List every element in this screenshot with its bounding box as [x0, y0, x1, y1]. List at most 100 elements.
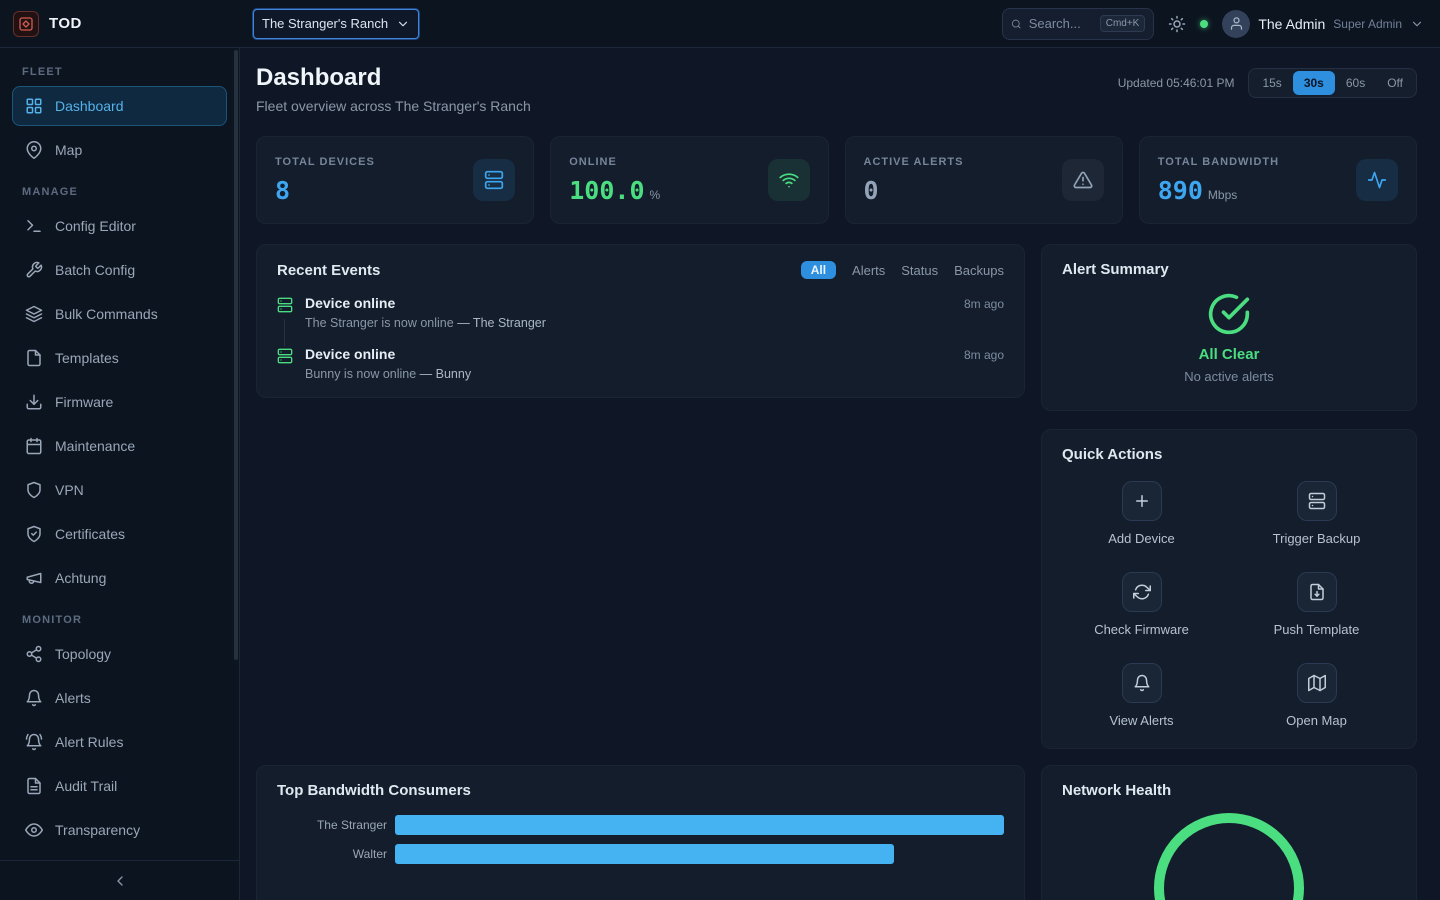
- bell-ring-icon: [25, 733, 43, 751]
- server-icon: [277, 348, 293, 364]
- chevron-left-icon: [112, 873, 128, 889]
- file-icon: [25, 349, 43, 367]
- topbar: TOD The Stranger's Ranch Cmd+K The Admin…: [0, 0, 1440, 48]
- activity-icon: [1356, 159, 1398, 201]
- search-input[interactable]: [1029, 16, 1093, 31]
- sidebar: FLEET Dashboard Map MANAGE Config Editor…: [0, 48, 240, 900]
- event-filters: All Alerts Status Backups: [801, 261, 1004, 279]
- event-time: 8m ago: [964, 297, 1004, 311]
- sidebar-item-config-editor[interactable]: Config Editor: [12, 206, 227, 246]
- megaphone-icon: [25, 569, 43, 587]
- topbar-right: Cmd+K The Admin Super Admin: [1002, 8, 1424, 40]
- sidebar-item-label: Config Editor: [55, 218, 136, 234]
- event-row[interactable]: Device online 8m ago The Stranger is now…: [277, 295, 1004, 330]
- sidebar-item-topology[interactable]: Topology: [12, 634, 227, 674]
- filter-all[interactable]: All: [801, 261, 836, 279]
- sidebar-item-alert-rules[interactable]: Alert Rules: [12, 722, 227, 762]
- chevron-down-icon: [396, 17, 410, 31]
- download-icon: [25, 393, 43, 411]
- stat-label: TOTAL BANDWIDTH: [1158, 156, 1279, 168]
- filter-alerts[interactable]: Alerts: [852, 263, 885, 278]
- quick-actions-card: Quick Actions Add Device Trigger Backup: [1041, 429, 1417, 749]
- check-firmware-button[interactable]: Check Firmware: [1062, 572, 1221, 637]
- refresh-30s-button[interactable]: 30s: [1293, 71, 1335, 95]
- sidebar-item-alerts[interactable]: Alerts: [12, 678, 227, 718]
- main-content: Dashboard Fleet overview across The Stra…: [240, 48, 1440, 900]
- refresh-icon: [1122, 572, 1162, 612]
- alert-status: All Clear: [1199, 346, 1260, 363]
- event-device: — The Stranger: [457, 316, 546, 330]
- updated-timestamp: Updated 05:46:01 PM: [1118, 76, 1235, 90]
- shield-check-icon: [25, 525, 43, 543]
- view-alerts-button[interactable]: View Alerts: [1062, 663, 1221, 728]
- sidebar-item-templates[interactable]: Templates: [12, 338, 227, 378]
- sidebar-item-achtung[interactable]: Achtung: [12, 558, 227, 598]
- sidebar-item-label: Achtung: [55, 570, 106, 586]
- topbar-main: The Stranger's Ranch Cmd+K The Admin Sup…: [240, 8, 1440, 40]
- sidebar-item-dashboard[interactable]: Dashboard: [12, 86, 227, 126]
- event-row[interactable]: Device online 8m ago Bunny is now online…: [277, 346, 1004, 381]
- event-detail: Bunny is now online: [305, 367, 416, 381]
- search-box[interactable]: Cmd+K: [1002, 8, 1154, 40]
- event-detail: The Stranger is now online: [305, 316, 454, 330]
- user-name: The Admin: [1258, 16, 1325, 32]
- refresh-off-button[interactable]: Off: [1376, 71, 1414, 95]
- sidebar-item-label: Dashboard: [55, 98, 124, 114]
- check-circle-icon: [1207, 292, 1251, 336]
- bandwidth-device-label: Walter: [277, 847, 387, 861]
- stat-value: 100.0: [569, 176, 644, 205]
- filter-backups[interactable]: Backups: [954, 263, 1004, 278]
- trigger-backup-button[interactable]: Trigger Backup: [1237, 481, 1396, 546]
- ranch-select[interactable]: The Stranger's Ranch: [253, 9, 419, 39]
- refresh-60s-button[interactable]: 60s: [1335, 71, 1376, 95]
- sidebar-nav: FLEET Dashboard Map MANAGE Config Editor…: [0, 48, 239, 860]
- sidebar-item-bulk-commands[interactable]: Bulk Commands: [12, 294, 227, 334]
- event-title: Device online: [305, 346, 395, 362]
- wifi-icon: [768, 159, 810, 201]
- connection-status-indicator: [1200, 20, 1208, 28]
- bell-icon: [25, 689, 43, 707]
- brand-name: TOD: [49, 15, 82, 32]
- alert-triangle-icon: [1062, 159, 1104, 201]
- sidebar-item-transparency[interactable]: Transparency: [12, 810, 227, 850]
- stat-unit: Mbps: [1208, 188, 1237, 202]
- sidebar-item-vpn[interactable]: VPN: [12, 470, 227, 510]
- refresh-15s-button[interactable]: 15s: [1251, 71, 1292, 95]
- sidebar-item-label: Topology: [55, 646, 111, 662]
- sidebar-item-certificates[interactable]: Certificates: [12, 514, 227, 554]
- sidebar-item-map[interactable]: Map: [12, 130, 227, 170]
- sidebar-item-batch-config[interactable]: Batch Config: [12, 250, 227, 290]
- sidebar-item-firmware[interactable]: Firmware: [12, 382, 227, 422]
- sidebar-item-label: Certificates: [55, 526, 125, 542]
- stat-cards: TOTAL DEVICES 8 ONLINE 100.0 % ACTIVE AL…: [256, 136, 1417, 224]
- stat-label: ONLINE: [569, 156, 660, 168]
- file-text-icon: [25, 777, 43, 795]
- sidebar-item-label: VPN: [55, 482, 84, 498]
- theme-toggle-button[interactable]: [1168, 15, 1186, 33]
- sidebar-item-maintenance[interactable]: Maintenance: [12, 426, 227, 466]
- sidebar-item-label: Audit Trail: [55, 778, 117, 794]
- sidebar-item-audit-trail[interactable]: Audit Trail: [12, 766, 227, 806]
- bandwidth-chart: The Stranger Walter: [277, 815, 1004, 864]
- user-icon: [1229, 16, 1244, 31]
- sidebar-item-label: Firmware: [55, 394, 113, 410]
- layers-icon: [25, 305, 43, 323]
- alert-summary-card: Alert Summary All Clear No active alerts: [1041, 244, 1417, 411]
- stat-value: 890: [1158, 176, 1203, 205]
- open-map-button[interactable]: Open Map: [1237, 663, 1396, 728]
- network-icon: [25, 645, 43, 663]
- sun-icon: [1168, 15, 1186, 33]
- server-icon: [277, 297, 293, 313]
- eye-icon: [25, 821, 43, 839]
- push-template-button[interactable]: Push Template: [1237, 572, 1396, 637]
- add-device-button[interactable]: Add Device: [1062, 481, 1221, 546]
- stat-unit: %: [650, 188, 661, 202]
- page-subtitle: Fleet overview across The Stranger's Ran…: [256, 98, 531, 114]
- filter-status[interactable]: Status: [901, 263, 938, 278]
- stat-card-active-alerts: ACTIVE ALERTS 0: [845, 136, 1123, 224]
- stat-value: 8: [275, 176, 290, 205]
- sidebar-collapse-button[interactable]: [0, 860, 239, 900]
- sidebar-scrollbar[interactable]: [234, 50, 238, 660]
- user-menu[interactable]: The Admin Super Admin: [1222, 10, 1424, 38]
- event-time: 8m ago: [964, 348, 1004, 362]
